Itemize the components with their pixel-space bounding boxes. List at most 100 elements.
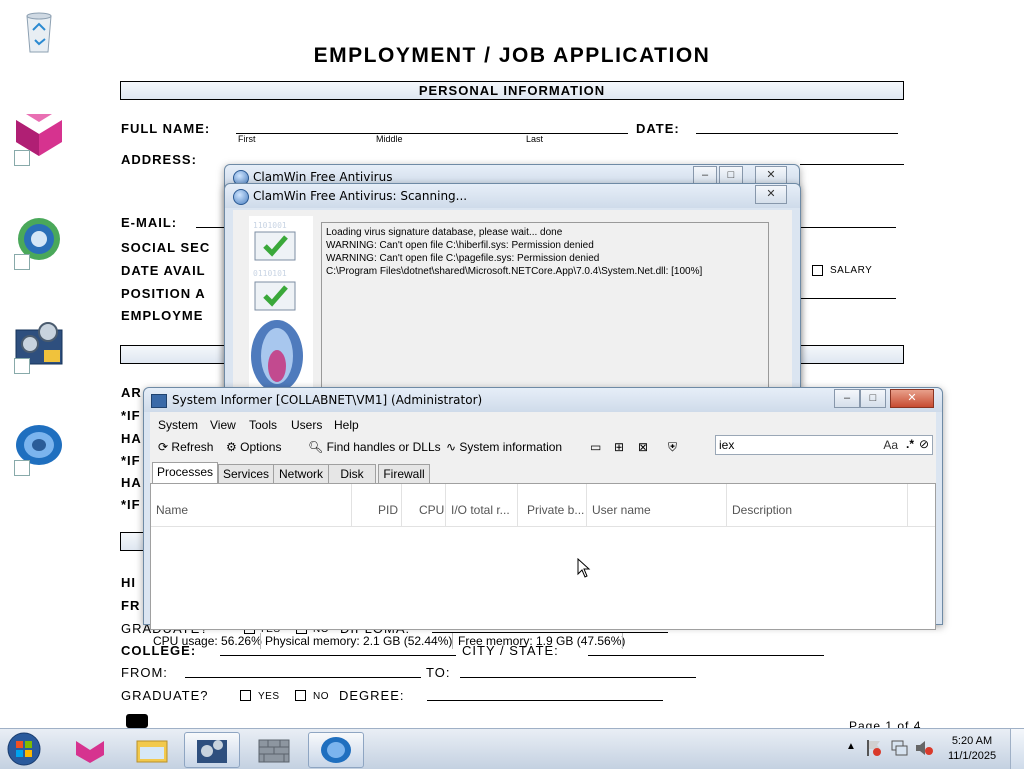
column-name[interactable]: Name xyxy=(156,503,188,517)
window-find-icon[interactable]: ⊞ xyxy=(614,440,624,454)
clamwin-scan-body: 1101001 0110101 Loading virus signature … xyxy=(233,210,792,396)
column-separator xyxy=(726,484,727,526)
label-position: POSITION A xyxy=(121,286,206,301)
tab-services[interactable]: Services xyxy=(218,464,274,483)
taskbar-system-informer[interactable] xyxy=(184,732,240,768)
svg-text:0110101: 0110101 xyxy=(253,269,287,278)
shortcut-arrow-icon xyxy=(14,358,30,374)
clamwin-scan-window[interactable]: ClamWin Free Antivirus: Scanning... ✕ 11… xyxy=(224,183,801,396)
security-flag-icon[interactable] xyxy=(866,739,882,757)
section-personal-information: PERSONAL INFORMATION xyxy=(120,81,904,100)
label-email: E-MAIL: xyxy=(121,215,178,230)
clam-shortcut-icon[interactable] xyxy=(14,422,64,476)
email-line xyxy=(196,227,226,228)
column-description[interactable]: Description xyxy=(732,503,792,517)
close-window-icon[interactable]: ⊠ xyxy=(638,440,648,454)
gear-tools-icon xyxy=(197,740,227,763)
status-separator xyxy=(260,633,261,649)
column-io-total[interactable]: I/O total r... xyxy=(451,503,510,517)
tab-firewall[interactable]: Firewall xyxy=(378,464,430,483)
clear-search-icon[interactable]: ⊘ xyxy=(919,437,929,451)
pulse-icon: ∿ xyxy=(446,440,457,454)
minimize-button[interactable]: – xyxy=(834,389,860,408)
position-line xyxy=(800,298,896,299)
menu-help[interactable]: Help xyxy=(334,418,359,432)
log-line: WARNING: Can't open file C:\pagefile.sys… xyxy=(326,253,600,264)
refresh-icon: ⟳ xyxy=(158,440,169,454)
network-icon[interactable] xyxy=(890,739,908,757)
physical-memory-status: Physical memory: 2.1 GB (52.44%) xyxy=(265,634,453,648)
column-cpu[interactable]: CPU xyxy=(419,503,444,517)
clamwin-scan-titlebar[interactable]: ClamWin Free Antivirus: Scanning... ✕ xyxy=(225,184,800,208)
label-ha-2: HA xyxy=(121,475,142,490)
regex-toggle[interactable]: .* xyxy=(906,437,914,451)
refresh-label: Refresh xyxy=(171,440,214,454)
scan-animation-icon: 1101001 0110101 xyxy=(249,216,313,396)
start-button[interactable] xyxy=(4,731,44,767)
column-separator xyxy=(351,484,352,526)
folder-icon xyxy=(136,740,168,763)
taskbar-clamwin[interactable] xyxy=(308,732,364,768)
label-yes-2: YES xyxy=(258,691,280,702)
close-button[interactable]: ✕ xyxy=(755,185,787,204)
document-title: EMPLOYMENT / JOB APPLICATION xyxy=(313,44,711,67)
status-separator xyxy=(622,633,623,649)
tab-network[interactable]: Network xyxy=(273,464,329,483)
menu-system[interactable]: System xyxy=(158,418,198,432)
find-handles-button[interactable]: 🔍︎ Find handles or DLLs xyxy=(308,440,441,454)
college-line xyxy=(220,655,456,656)
column-separator xyxy=(401,484,402,526)
show-hidden-icons-button[interactable]: ▲ xyxy=(846,741,856,752)
label-middle: Middle xyxy=(376,134,403,144)
recycle-bin-icon[interactable] xyxy=(14,6,64,56)
label-graduate-2: GRADUATE? xyxy=(121,688,209,703)
close-button[interactable]: ✕ xyxy=(890,389,934,408)
column-separator xyxy=(445,484,446,526)
graduate-yes-checkbox-2 xyxy=(240,690,251,701)
gear-tools-shortcut-icon[interactable] xyxy=(14,320,64,374)
column-separator xyxy=(517,484,518,526)
taskbar-file-explorer[interactable] xyxy=(124,732,180,768)
label-if-3: *IF xyxy=(121,497,141,512)
column-pid[interactable]: PID xyxy=(378,503,398,517)
taskbar-purple-app[interactable] xyxy=(62,732,118,768)
system-informer-window[interactable]: System Informer [COLLABNET\VM1] (Adminis… xyxy=(143,387,943,649)
search-value: iex xyxy=(719,438,735,452)
menu-view[interactable]: View xyxy=(210,418,236,432)
maximize-button[interactable]: □ xyxy=(860,389,886,408)
refresh-button[interactable]: ⟳ Refresh xyxy=(158,440,213,454)
column-user-name[interactable]: User name xyxy=(592,503,651,517)
menu-tools[interactable]: Tools xyxy=(249,418,277,432)
clock-date: 11/1/2025 xyxy=(947,750,997,762)
clamwin-scan-title: ClamWin Free Antivirus: Scanning... xyxy=(253,189,468,203)
email-line-right xyxy=(800,227,896,228)
cpu-usage-status: CPU usage: 56.26% xyxy=(153,634,262,648)
match-case-toggle[interactable]: Aa xyxy=(883,438,898,452)
column-private-bytes[interactable]: Private b... xyxy=(527,503,584,517)
system-informer-titlebar[interactable]: System Informer [COLLABNET\VM1] (Adminis… xyxy=(144,388,942,412)
clock[interactable]: 5:20 AM 11/1/2025 xyxy=(944,734,1000,764)
process-table[interactable]: Name PID CPU I/O total r... Private b...… xyxy=(150,483,936,630)
label-ha-1: HA xyxy=(121,431,142,446)
show-desktop-button[interactable] xyxy=(1010,729,1024,769)
menu-users[interactable]: Users xyxy=(291,418,322,432)
purple-shield-shortcut-icon[interactable] xyxy=(14,112,64,166)
system-information-label: System information xyxy=(459,440,563,454)
city-state-line xyxy=(588,655,824,656)
taskbar-firewall-app[interactable] xyxy=(246,732,302,768)
volume-muted-icon[interactable] xyxy=(914,739,934,757)
shield-icon[interactable]: ⛨ xyxy=(668,440,677,455)
system-information-button[interactable]: ∿ System information xyxy=(446,440,562,454)
window-icon[interactable]: ▭ xyxy=(590,440,601,454)
tab-disk[interactable]: Disk xyxy=(328,464,376,483)
label-first: First xyxy=(238,134,256,144)
options-button[interactable]: ⚙ Options xyxy=(226,440,281,454)
label-from: FROM: xyxy=(121,665,168,680)
globe-shortcut-icon[interactable] xyxy=(14,216,64,270)
tab-processes[interactable]: Processes xyxy=(152,462,218,484)
search-icon: 🔍︎ xyxy=(308,440,324,454)
column-separator xyxy=(907,484,908,526)
search-input[interactable]: iex Aa .* ⊘ xyxy=(715,435,933,455)
label-ar: AR xyxy=(121,385,142,400)
gear-icon: ⚙ xyxy=(226,440,237,454)
